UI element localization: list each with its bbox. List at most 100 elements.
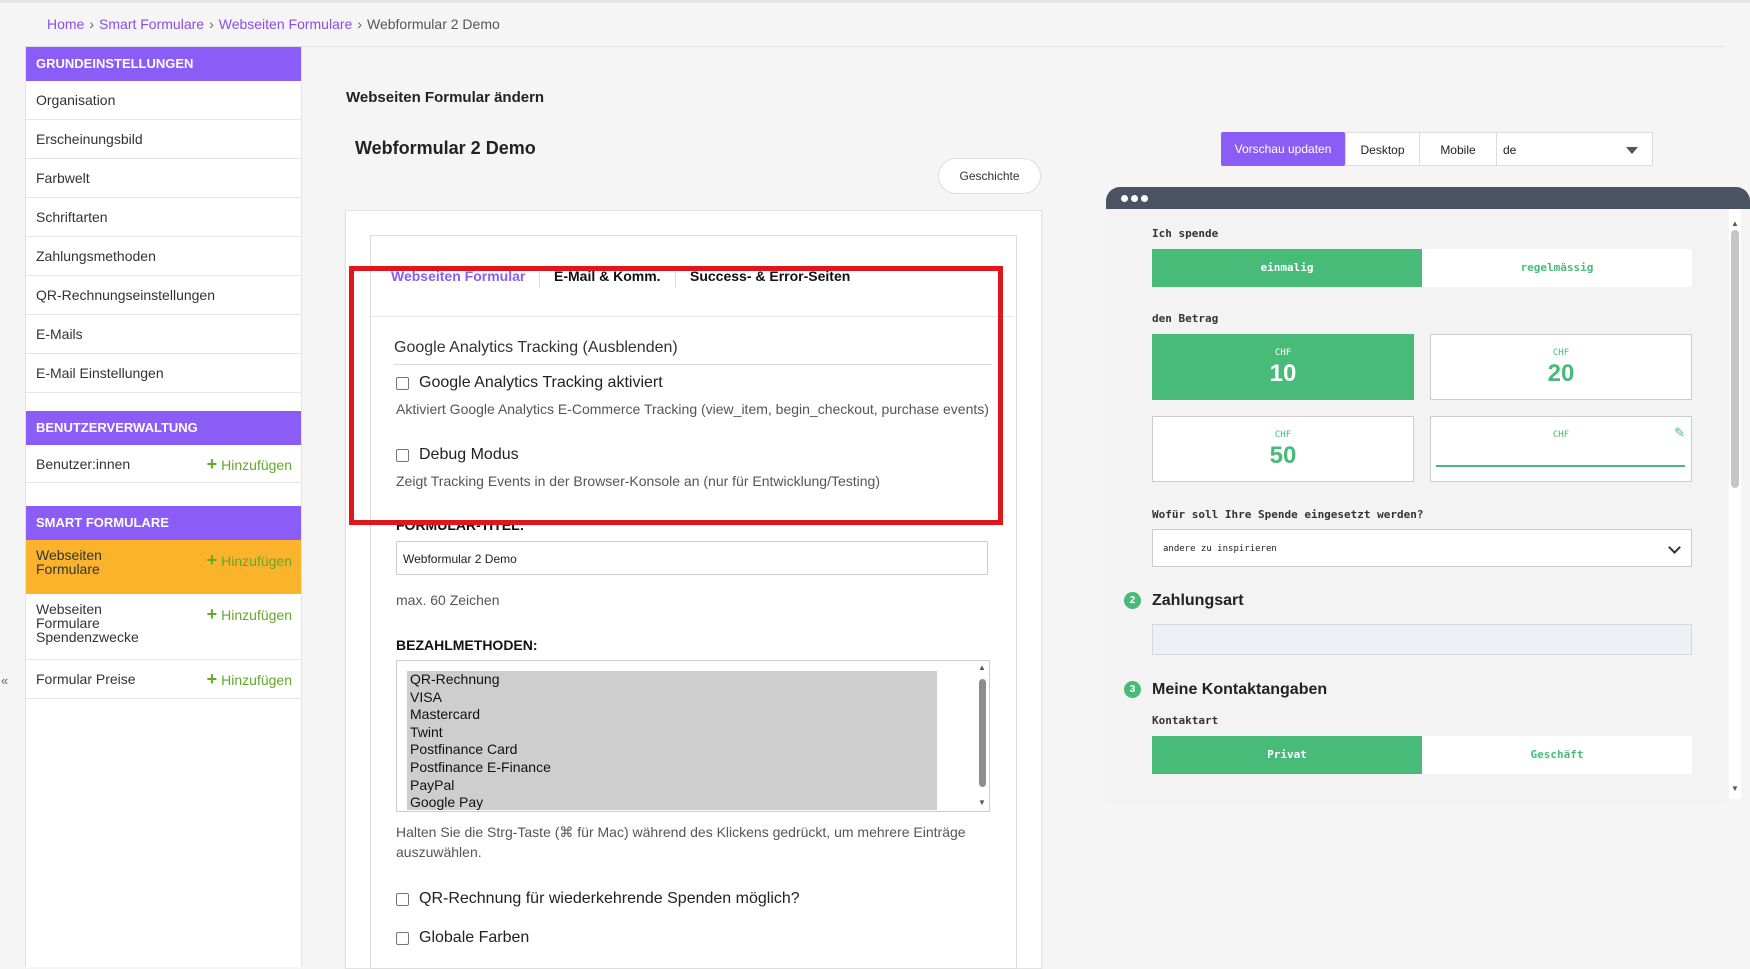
payment-option[interactable]: Mastercard	[407, 706, 937, 724]
edit-icon: ✎	[1674, 425, 1685, 440]
update-preview-button[interactable]: Vorschau updaten	[1221, 132, 1345, 166]
payment-methods-listbox[interactable]: QR-Rechnung VISA Mastercard Twint Postfi…	[396, 660, 990, 812]
top-border	[0, 0, 1750, 3]
payment-option[interactable]: VISA	[407, 689, 937, 707]
currency-label: CHF	[1552, 430, 1570, 440]
sidebar-item-label: Benutzer:innen	[36, 456, 131, 472]
page-heading: Webseiten Formular ändern	[346, 89, 545, 106]
payment-option[interactable]: Google Pay	[407, 794, 937, 810]
contact-heading: Meine Kontaktangaben	[1152, 681, 1328, 698]
contact-private-toggle[interactable]: Privat	[1152, 736, 1422, 774]
language-value: de	[1503, 143, 1517, 157]
sidebar-item-farbwelt[interactable]: Farbwelt	[26, 159, 301, 198]
add-spendenzweck-link[interactable]: + Hinzufügen	[207, 594, 292, 635]
label-line: Formulare	[36, 561, 100, 577]
breadcrumb-current: Webformular 2 Demo	[366, 16, 500, 32]
label-line: Formulare	[36, 615, 100, 631]
add-formular-preis-link[interactable]: + Hinzufügen	[207, 660, 292, 700]
mobile-button[interactable]: Mobile	[1419, 132, 1497, 166]
payment-option[interactable]: Twint	[407, 724, 937, 742]
plus-icon: +	[206, 604, 218, 624]
breadcrumb-separator: ›	[357, 16, 362, 32]
label-line: Spendenzwecke	[36, 629, 139, 645]
global-colors-checkbox[interactable]	[396, 932, 409, 945]
scroll-up-icon[interactable]: ▲	[978, 663, 986, 672]
sidebar-item-formular-preise[interactable]: Formular Preise + Hinzufügen	[26, 660, 301, 699]
plus-icon: +	[206, 550, 218, 570]
scroll-thumb[interactable]	[979, 679, 986, 787]
sidebar-item-schriftarten[interactable]: Schriftarten	[26, 198, 301, 237]
payment-option[interactable]: PayPal	[407, 777, 937, 795]
sidebar-item-e-mail-einstellungen[interactable]: E-Mail Einstellungen	[26, 354, 301, 393]
breadcrumb-home[interactable]: Home	[47, 16, 84, 32]
payment-type-field[interactable]	[1152, 624, 1692, 655]
form-title-input[interactable]: Webformular 2 Demo	[396, 541, 988, 575]
preview-scroll-up-icon[interactable]: ▲	[1731, 219, 1739, 228]
breadcrumb: Home › Smart Formulare › Webseiten Formulare…	[47, 16, 500, 32]
plus-icon: +	[206, 669, 218, 689]
add-webseiten-formular-link[interactable]: + Hinzufügen	[207, 540, 292, 581]
amount-option-20[interactable]: CHF 20	[1430, 334, 1692, 400]
sidebar-item-e-mails[interactable]: E-Mails	[26, 315, 301, 354]
language-select[interactable]: de	[1496, 132, 1653, 166]
sidebar-item-label: Farbwelt	[36, 170, 90, 186]
amount-option-10[interactable]: CHF 10	[1152, 334, 1414, 400]
label-line: Webseiten	[36, 601, 102, 617]
purpose-question: Wofür soll Ihre Spende eingesetzt werden…	[1152, 508, 1424, 521]
sidebar-item-benutzer[interactable]: Benutzer:innen + Hinzufügen	[26, 445, 301, 483]
breadcrumb-separator: ›	[209, 16, 214, 32]
sidebar-item-qr-rechnungseinstellungen[interactable]: QR-Rechnungseinstellungen	[26, 276, 301, 315]
preview-scroll-down-icon[interactable]: ▼	[1731, 784, 1739, 793]
sidebar-item-erscheinungsbild[interactable]: Erscheinungsbild	[26, 120, 301, 159]
window-dot-icon	[1121, 195, 1128, 202]
sidebar-item-spendenzwecke[interactable]: Webseiten Formulare Spendenzwecke + Hinzu…	[26, 594, 301, 660]
currency-label: CHF	[1552, 348, 1570, 358]
breadcrumb-separator: ›	[89, 16, 95, 32]
sidebar-section-benutzerverwaltung: BENUTZERVERWALTUNG	[26, 411, 301, 445]
amount-custom-input[interactable]: CHF ✎	[1430, 416, 1692, 482]
purpose-value: andere zu inspirieren	[1163, 544, 1277, 554]
desktop-button[interactable]: Desktop	[1345, 132, 1420, 166]
breadcrumb-smart-formulare[interactable]: Smart Formulare	[99, 16, 204, 32]
history-button[interactable]: Geschichte	[938, 158, 1041, 194]
payment-option[interactable]: QR-Rechnung	[407, 671, 937, 689]
frequency-once-toggle[interactable]: einmalig	[1152, 249, 1422, 287]
global-colors-label: Globale Farben	[419, 929, 530, 946]
sidebar-item-label: Erscheinungsbild	[36, 131, 143, 147]
scroll-down-icon[interactable]: ▼	[978, 798, 986, 807]
breadcrumb-webseiten-formulare[interactable]: Webseiten Formulare	[219, 16, 353, 32]
form-title: Webformular 2 Demo	[355, 138, 536, 158]
payment-option[interactable]: Postfinance E-Finance	[407, 759, 937, 777]
collapse-sidebar-icon[interactable]: «	[1, 673, 8, 688]
qr-recurring-checkbox[interactable]	[396, 893, 409, 906]
sidebar-item-organisation[interactable]: Organisation	[26, 81, 301, 120]
sidebar-item-zahlungsmethoden[interactable]: Zahlungsmethoden	[26, 237, 301, 276]
payment-option[interactable]: Postfinance Card	[407, 741, 937, 759]
add-label: Hinzufügen	[221, 553, 292, 569]
payment-type-heading: Zahlungsart	[1152, 592, 1244, 609]
listbox-scrollbar[interactable]: ▲ ▼	[975, 661, 989, 809]
preview-scroll-thumb[interactable]	[1731, 230, 1739, 488]
sidebar-item-label: E-Mails	[36, 326, 83, 342]
payment-help-line: Halten Sie die Strg-Taste (⌘ für Mac) wä…	[396, 824, 966, 840]
step-badge: 3	[1124, 681, 1141, 698]
sidebar-item-label: Zahlungsmethoden	[36, 248, 156, 264]
sidebar-item-webseiten-formulare[interactable]: Webseiten Formulare + Hinzufügen	[26, 540, 301, 594]
frequency-recurring-toggle[interactable]: regelmässig	[1422, 249, 1692, 287]
sidebar-item-label: Organisation	[36, 92, 116, 108]
purpose-select[interactable]: andere zu inspirieren	[1152, 529, 1692, 567]
donate-label: Ich spende	[1152, 227, 1219, 240]
sidebar-item-label: Formular Preise	[36, 671, 136, 687]
amount-option-50[interactable]: CHF 50	[1152, 416, 1414, 482]
contact-business-toggle[interactable]: Geschäft	[1422, 736, 1692, 774]
sidebar-item-label: Schriftarten	[36, 209, 108, 225]
chevron-down-icon	[1668, 541, 1681, 554]
amount-label: den Betrag	[1152, 312, 1219, 325]
step-badge: 2	[1124, 592, 1141, 609]
dropdown-caret-icon	[1626, 147, 1638, 154]
sidebar-item-label: QR-Rechnungseinstellungen	[36, 287, 215, 303]
add-label: Hinzufügen	[221, 607, 292, 623]
payment-methods-label: BEZAHLMETHODEN:	[396, 637, 538, 653]
currency-label: CHF	[1274, 348, 1292, 358]
add-user-link[interactable]: + Hinzufügen	[207, 445, 292, 485]
